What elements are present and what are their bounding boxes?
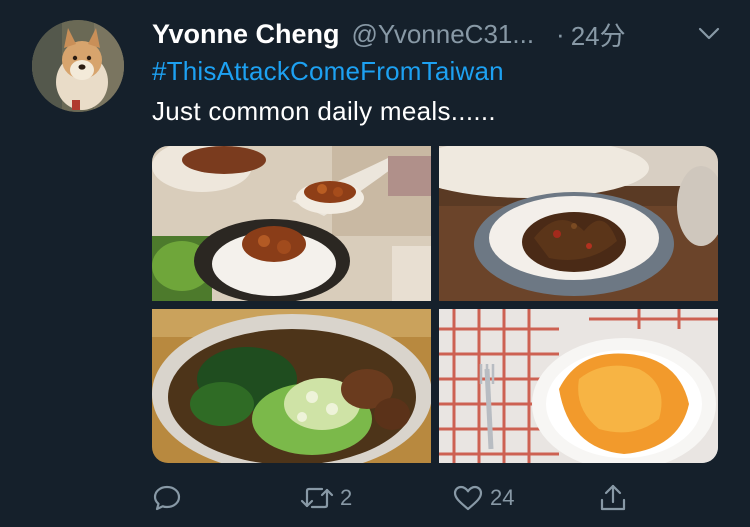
separator-dot: · (556, 18, 565, 49)
photo-dried-mango[interactable] (439, 309, 718, 463)
like-button[interactable]: 24 (452, 478, 514, 518)
reply-bubble-icon (152, 483, 182, 513)
photo-beef-noodle-soup[interactable] (152, 309, 431, 463)
author-name[interactable]: Yvonne Cheng (152, 19, 340, 50)
tweet[interactable]: Yvonne Cheng @YvonneC31... · 24分 #ThisAt… (0, 0, 750, 527)
dog-avatar-image (32, 20, 124, 112)
avatar[interactable] (32, 20, 124, 112)
retweet-button[interactable]: 2 (300, 478, 352, 518)
share-button[interactable] (598, 478, 628, 518)
photo-pickled-vegetables[interactable] (439, 146, 718, 301)
hashtag-link[interactable]: #ThisAttackComeFromTaiwan (152, 56, 504, 87)
reply-button[interactable] (152, 478, 188, 518)
author-handle[interactable]: @YvonneC31... (352, 19, 535, 50)
heart-icon (452, 483, 484, 513)
timestamp[interactable]: 24分 (571, 16, 626, 53)
chevron-down-icon[interactable] (696, 22, 722, 46)
share-icon (598, 483, 628, 513)
like-count: 24 (490, 485, 515, 510)
photo-braised-pork-rice[interactable] (152, 146, 431, 301)
media-grid (152, 146, 718, 463)
tweet-header: Yvonne Cheng @YvonneC31... · 24分 (152, 14, 730, 54)
retweet-count: 2 (340, 485, 353, 510)
action-bar: 2 24 (152, 478, 652, 518)
retweet-icon (300, 483, 334, 513)
tweet-text: Just common daily meals...... (152, 96, 496, 126)
